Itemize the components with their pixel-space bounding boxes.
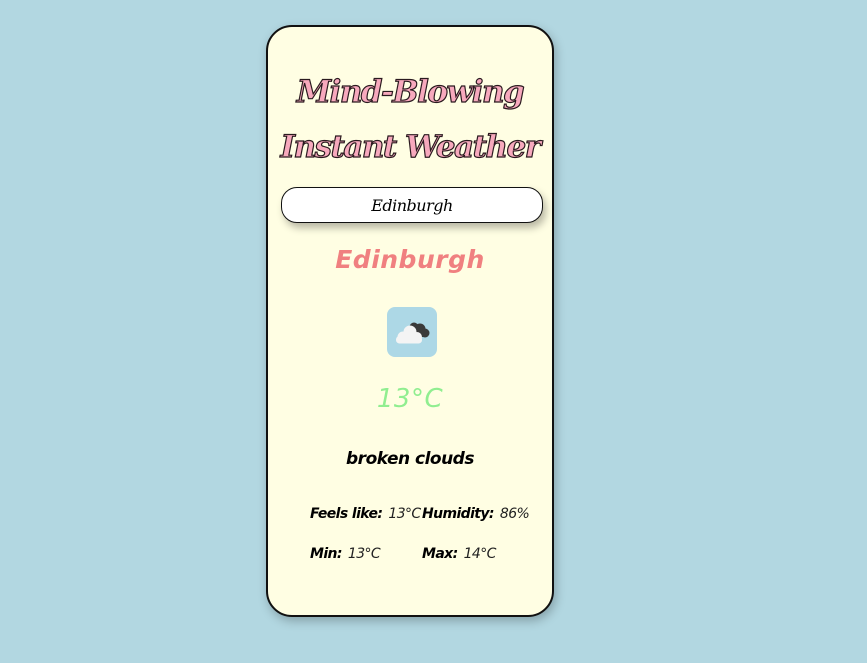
min-temp-label: Min: <box>310 546 343 562</box>
city-name: Edinburgh <box>335 245 485 274</box>
weather-icon-box <box>387 307 437 357</box>
humidity-stat: Humidity: 86% <box>422 506 530 522</box>
humidity-value: 86% <box>499 506 530 522</box>
humidity-label: Humidity: <box>422 506 495 522</box>
broken-clouds-icon <box>396 322 430 344</box>
temperature: 13°C <box>376 384 444 414</box>
app-title: Mind-Blowing Instant Weather <box>268 65 552 175</box>
app-title-line-1: Mind-Blowing <box>296 73 525 110</box>
feels-like-value: 13°C <box>388 506 421 522</box>
feels-like-label: Feels like: <box>310 506 383 522</box>
city-search-input[interactable] <box>281 187 543 223</box>
max-temp-stat: Max: 14°C <box>422 546 496 562</box>
min-temp-value: 13°C <box>347 546 381 562</box>
weather-description: broken clouds <box>346 449 474 469</box>
max-temp-label: Max: <box>422 546 458 562</box>
app-title-line-2: Instant Weather <box>280 128 542 165</box>
min-temp-stat: Min: 13°C <box>310 546 381 562</box>
feels-like-stat: Feels like: 13°C <box>310 506 421 522</box>
max-temp-value: 14°C <box>463 546 497 562</box>
weather-card: Mind-Blowing Instant Weather Edinburgh 1… <box>266 25 554 617</box>
